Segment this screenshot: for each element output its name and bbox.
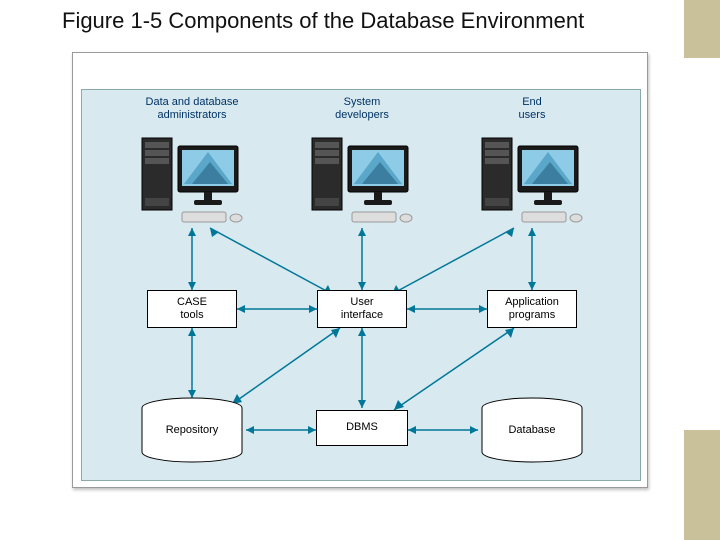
cylinder-database: Database <box>478 396 586 464</box>
box-user-interface: Userinterface <box>317 290 407 328</box>
diagram-canvas: Data and databaseadministrators Systemde… <box>81 89 641 481</box>
figure-title: Figure 1-5 Components of the Database En… <box>62 8 584 34</box>
decor-stripe-top <box>684 0 720 58</box>
diagram-panel: Data and databaseadministrators Systemde… <box>72 52 648 488</box>
decor-stripe-bottom <box>684 430 720 540</box>
box-case-tools: CASEtools <box>147 290 237 328</box>
label-repository: Repository <box>138 424 246 436</box>
workstation-icon-admins <box>132 128 252 228</box>
label-database: Database <box>478 424 586 436</box>
workstation-icon-sysdev <box>302 128 422 228</box>
label-endusers: Endusers <box>472 96 592 121</box>
slide: Figure 1-5 Components of the Database En… <box>0 0 720 540</box>
box-app-programs: Applicationprograms <box>487 290 577 328</box>
label-admins: Data and databaseadministrators <box>132 96 252 121</box>
label-sysdev: Systemdevelopers <box>302 96 422 121</box>
cylinder-repository: Repository <box>138 396 246 464</box>
box-dbms: DBMS <box>316 410 408 446</box>
workstation-icon-endusers <box>472 128 592 228</box>
